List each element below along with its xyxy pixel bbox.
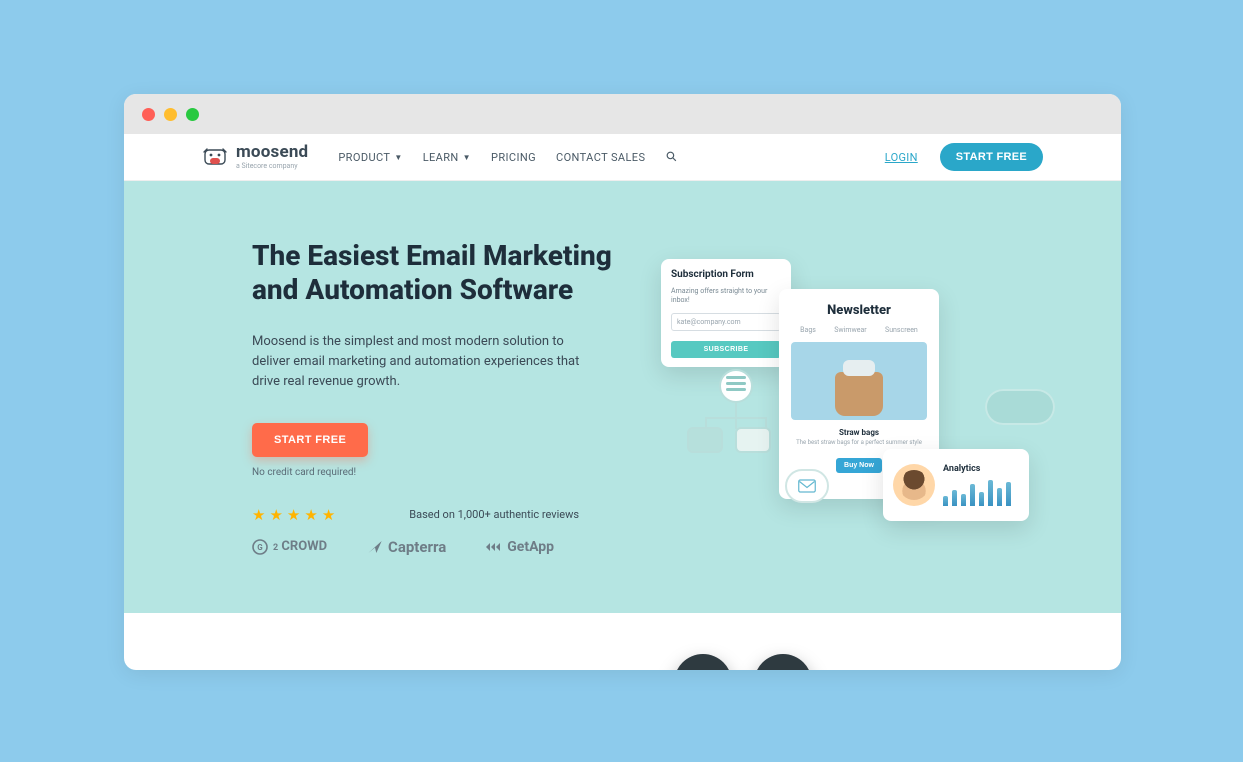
nav-learn[interactable]: LEARN ▼: [423, 151, 471, 164]
nav-product-label: PRODUCT: [338, 151, 390, 164]
hero-section: The Easiest Email Marketing and Automati…: [124, 181, 1121, 613]
getapp-label: GetApp: [507, 539, 554, 555]
svg-text:G: G: [257, 543, 263, 552]
newsletter-product-name: Straw bags: [791, 428, 927, 437]
nav-links: PRODUCT ▼ LEARN ▼ PRICING CONTACT SALES: [338, 148, 678, 167]
browser-window: moosend a Sitecore company PRODUCT ▼ LEA…: [124, 94, 1121, 670]
cloud-shape: [985, 389, 1055, 425]
connector-line: [705, 417, 765, 419]
window-minimize-icon[interactable]: [164, 108, 177, 121]
g2-crowd-logo: G 2 G2 CROWDCROWD: [252, 539, 327, 555]
analytics-card: Analytics: [883, 449, 1029, 521]
newsletter-tab: Swimwear: [834, 326, 866, 334]
window-zoom-icon[interactable]: [186, 108, 199, 121]
subscription-form-title: Subscription Form: [671, 269, 781, 281]
top-nav: moosend a Sitecore company PRODUCT ▼ LEA…: [124, 134, 1121, 181]
hero-cta-button[interactable]: START FREE: [252, 423, 368, 457]
email-bubble-icon: [785, 469, 829, 503]
newsletter-tab: Sunscreen: [885, 326, 918, 334]
no-credit-card-label: No credit card required!: [252, 467, 612, 478]
avatar-icon: [893, 464, 935, 506]
newsletter-title: Newsletter: [791, 303, 927, 318]
analytics-bars: [943, 478, 1019, 506]
capterra-label: Capterra: [388, 538, 446, 556]
g2-crowd-label: 2 G2 CROWDCROWD: [273, 539, 327, 554]
getapp-logo: GetApp: [486, 539, 554, 555]
newsletter-product-desc: The best straw bags for a perfect summer…: [791, 439, 927, 446]
subscription-email-input: kate@company.com: [671, 313, 781, 331]
automation-node-icon: [735, 427, 771, 453]
star-icon: ★: [287, 506, 300, 524]
hero-title: The Easiest Email Marketing and Automati…: [252, 239, 612, 306]
capterra-logo: Capterra: [367, 538, 446, 556]
star-rating-row: ★ ★ ★ ★ ★ Based on 1,000+ authentic revi…: [252, 506, 612, 524]
window-close-icon[interactable]: [142, 108, 155, 121]
brand-logo[interactable]: moosend a Sitecore company: [202, 144, 308, 170]
brand-tagline: a Sitecore company: [236, 163, 308, 170]
browser-titlebar: [124, 94, 1121, 134]
newsletter-tabs: Bags Swimwear Sunscreen: [791, 326, 927, 334]
nav-product[interactable]: PRODUCT ▼: [338, 151, 402, 164]
straw-bag-icon: [835, 372, 883, 416]
start-free-button[interactable]: START FREE: [940, 143, 1043, 171]
brand-name: moosend: [236, 144, 308, 161]
nav-contact-label: CONTACT SALES: [556, 151, 645, 164]
newsletter-tab: Bags: [800, 326, 816, 334]
automation-node-icon: [687, 427, 723, 453]
nav-pricing-label: PRICING: [491, 151, 536, 164]
fab-row: [674, 654, 812, 670]
edit-button[interactable]: [674, 654, 732, 670]
newsletter-product-image: [791, 342, 927, 420]
star-icon: ★: [304, 506, 317, 524]
connector-line: [735, 401, 737, 429]
star-icon: ★: [252, 506, 265, 524]
moosend-cow-icon: [202, 146, 228, 168]
nav-pricing[interactable]: PRICING: [491, 151, 536, 164]
star-icon: ★: [269, 506, 282, 524]
star-icon: ★: [322, 506, 335, 524]
analytics-title: Analytics: [943, 464, 1019, 474]
review-logos-row: G 2 G2 CROWDCROWD Capterra GetApp: [252, 538, 612, 556]
subscribe-button: SUBSCRIBE: [671, 341, 781, 358]
subscription-form-card: Subscription Form Amazing offers straigh…: [661, 259, 791, 367]
nav-learn-label: LEARN: [423, 151, 459, 164]
delete-button[interactable]: [754, 654, 812, 670]
search-icon[interactable]: [665, 148, 678, 167]
reviews-note: Based on 1,000+ authentic reviews: [409, 508, 579, 521]
chevron-down-icon: ▼: [394, 153, 402, 162]
subscription-form-subtitle: Amazing offers straight to your inbox!: [671, 287, 781, 305]
buy-now-button: Buy Now: [836, 458, 882, 473]
hero-description: Moosend is the simplest and most modern …: [252, 332, 592, 392]
nav-contact-sales[interactable]: CONTACT SALES: [556, 151, 645, 164]
automation-node-icon: [719, 369, 753, 403]
login-link[interactable]: LOGIN: [885, 151, 918, 164]
chevron-down-icon: ▼: [463, 153, 471, 162]
hero-illustration: Subscription Form Amazing offers straigh…: [661, 241, 1061, 581]
